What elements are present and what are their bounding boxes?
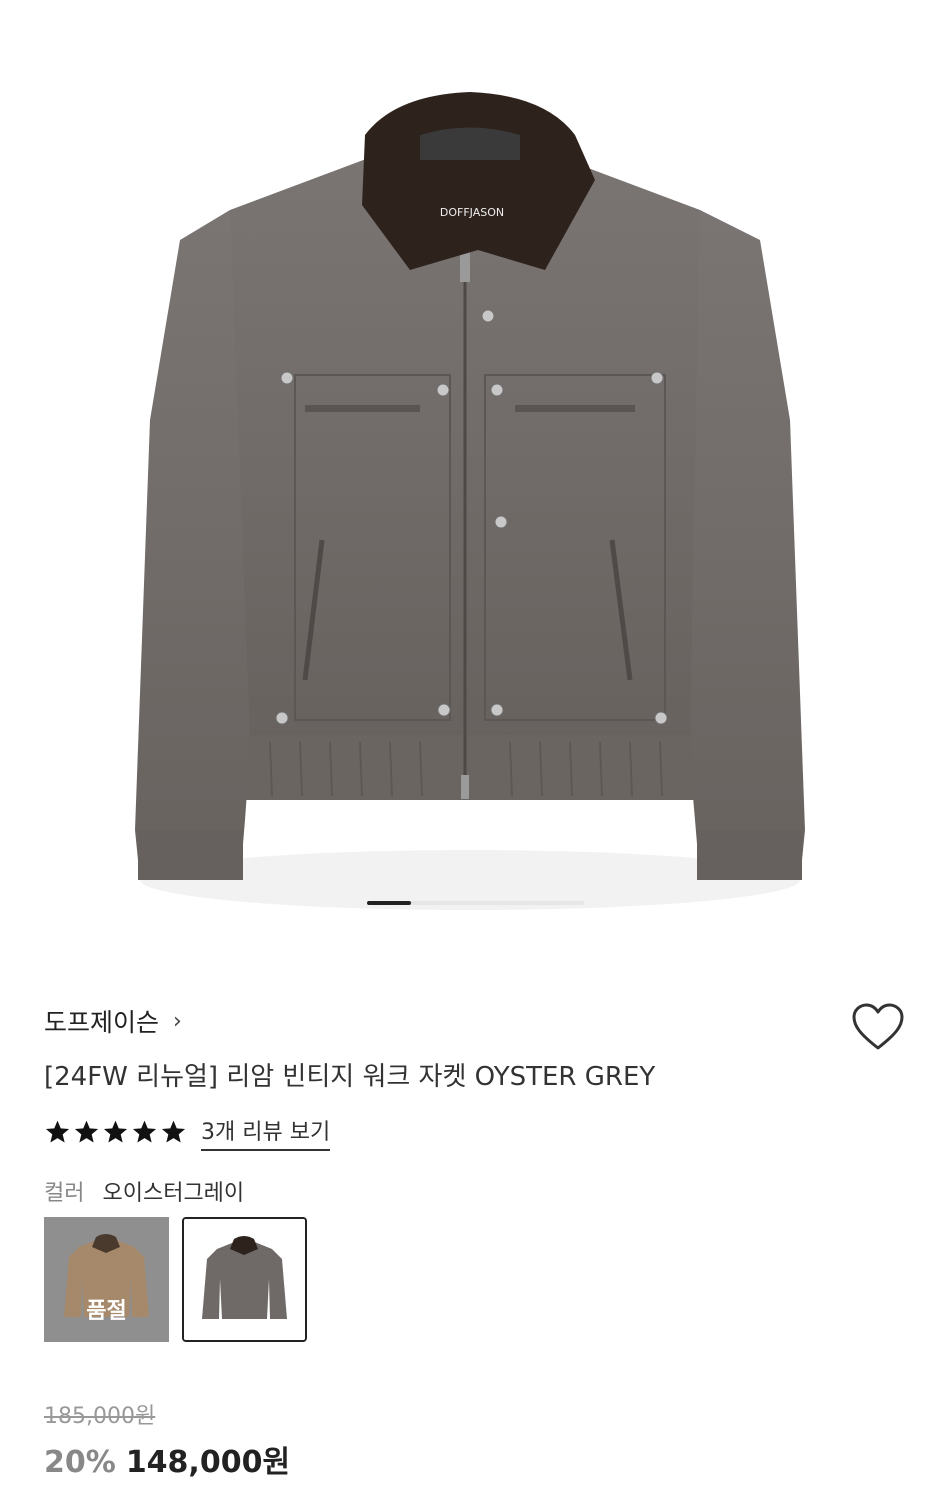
sale-price: 148,000원	[125, 1445, 291, 1480]
star-rating	[44, 1119, 187, 1145]
color-value: 오이스터그레이	[102, 1181, 245, 1206]
soldout-badge: 품절	[86, 1299, 127, 1324]
color-swatch-beige[interactable]: 품절	[44, 1217, 169, 1342]
color-selection: 컬러 오이스터그레이	[44, 1175, 244, 1207]
jacket-illustration: DOFFJASON	[135, 92, 805, 910]
star-icon	[74, 1120, 99, 1143]
star-icon	[161, 1120, 186, 1143]
label-tag: DOFFJASON	[440, 206, 504, 219]
original-price: 185,000원	[44, 1404, 156, 1429]
color-swatch-oyster-grey[interactable]	[182, 1217, 307, 1342]
star-icon	[132, 1120, 157, 1143]
review-link[interactable]: 3개 리뷰 보기	[201, 1114, 331, 1151]
swatch-thumbnail	[184, 1219, 305, 1340]
price-row: 20% 148,000원	[44, 1437, 290, 1481]
product-title: [24FW 리뉴얼] 리암 빈티지 워크 자켓 OYSTER GREY	[44, 1062, 656, 1092]
brand-link[interactable]: 도프제이슨 ›	[44, 1004, 182, 1038]
carousel-indicator-active	[367, 901, 411, 905]
product-image[interactable]: DOFFJASON	[0, 0, 951, 960]
carousel-indicator	[367, 901, 584, 905]
wishlist-heart-button[interactable]	[850, 1000, 906, 1056]
color-label: 컬러	[44, 1181, 85, 1206]
star-icon	[45, 1120, 70, 1143]
heart-icon	[852, 1003, 904, 1050]
brand-name: 도프제이슨	[44, 1008, 160, 1037]
discount-rate: 20%	[44, 1445, 116, 1480]
chevron-right-icon: ›	[173, 1008, 182, 1034]
star-icon	[103, 1120, 128, 1143]
rating: 3개 리뷰 보기	[44, 1114, 331, 1151]
